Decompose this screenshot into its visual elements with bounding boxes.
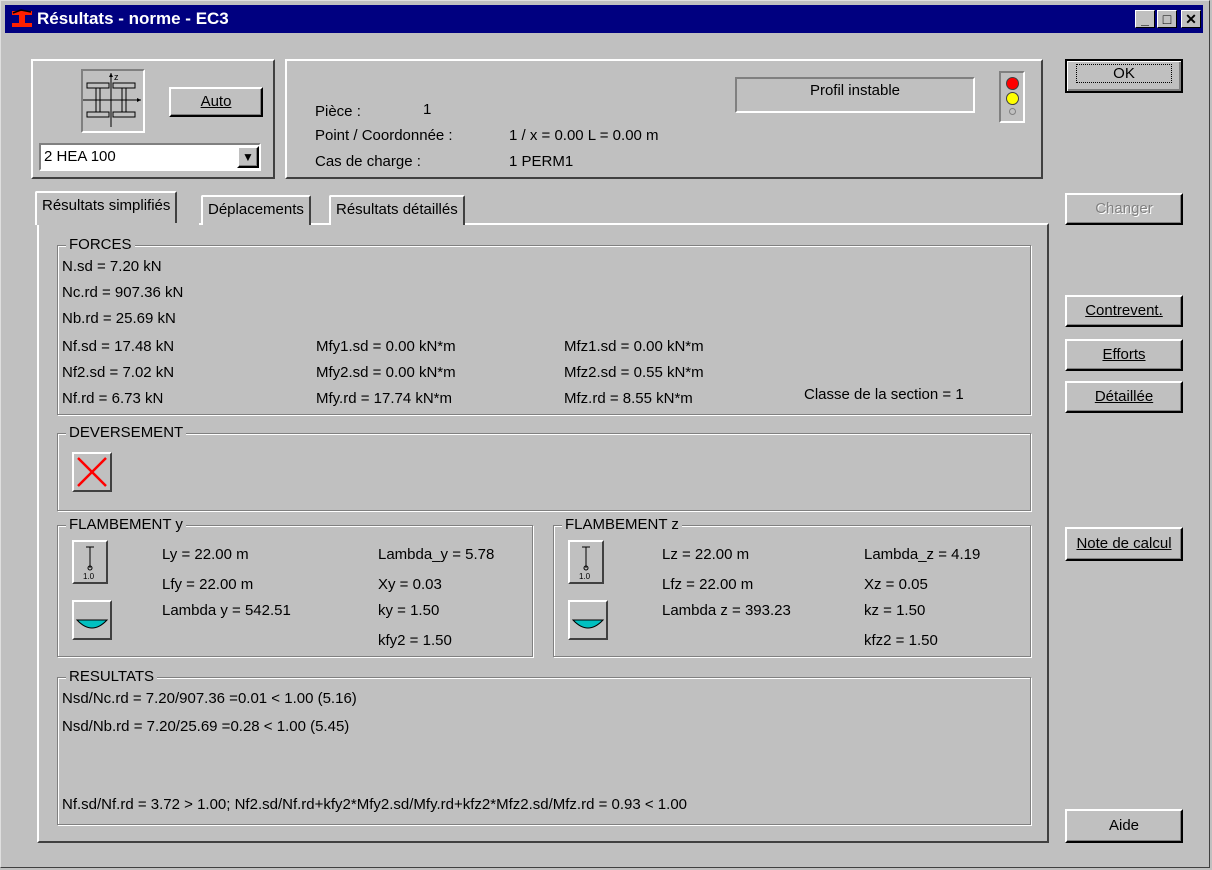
profile-select-value: 2 HEA 100	[44, 148, 116, 165]
deversement-group: DEVERSEMENT	[57, 424, 1031, 511]
resultats-title: RESULTATS	[66, 668, 158, 686]
tab-resultats-simplifies[interactable]: Résultats simplifiés	[35, 191, 178, 225]
buckling-length-y-button[interactable]: 1.0	[72, 540, 108, 584]
xy-value: Xy = 0.03	[378, 576, 442, 593]
close-button[interactable]: ✕	[1181, 10, 1201, 28]
yellow-light-icon	[1006, 92, 1019, 105]
flambement-z-group: FLAMBEMENT z 1.0 Lz = 22.00 m Lfz = 22.0…	[553, 516, 1031, 657]
classe-value: Classe de la section = 1	[804, 386, 964, 403]
deversement-toggle[interactable]	[72, 452, 112, 492]
note-de-calcul-button[interactable]: Note de calcul	[1065, 527, 1183, 561]
case-value: 1 PERM1	[509, 153, 574, 170]
auto-button-label: Auto	[200, 93, 232, 110]
detaillee-button-label: Détaillée	[1094, 388, 1154, 405]
tab-join	[39, 223, 199, 226]
mfzrd-value: Mfz.rd = 8.55 kN*m	[564, 390, 693, 407]
point-label: Point / Coordonnée :	[315, 127, 453, 144]
forces-title: FORCES	[66, 236, 135, 254]
nfsd-value: Nf.sd = 17.48 kN	[62, 338, 175, 355]
detaillee-button[interactable]: Détaillée	[1065, 381, 1183, 413]
ly-value: Ly = 22.00 m	[162, 546, 249, 563]
ok-button[interactable]: OK	[1065, 59, 1183, 93]
curve-icon	[571, 619, 605, 629]
efforts-button[interactable]: Efforts	[1065, 339, 1183, 371]
flambement-y-title: FLAMBEMENT y	[66, 516, 186, 534]
mfy1sd-value: Mfy1.sd = 0.00 kN*m	[316, 338, 456, 355]
tab-deplacements[interactable]: Déplacements	[201, 195, 311, 225]
result-line-1: Nsd/Nc.rd = 7.20/907.36 =0.01 < 1.00 (5.…	[62, 690, 357, 707]
buckling-y-coefficient: 1.0	[83, 572, 95, 581]
lambda-bar-z-value: Lambda_z = 4.19	[864, 546, 981, 563]
result-line-3: Nf.sd/Nf.rd = 3.72 > 1.00; Nf2.sd/Nf.rd+…	[62, 796, 687, 813]
note-de-calcul-button-label: Note de calcul	[1076, 535, 1172, 552]
column-icon: 1.0	[579, 546, 591, 581]
status-field: Profil instable	[735, 77, 975, 113]
curve-icon	[75, 619, 109, 629]
buckling-z-coefficient: 1.0	[579, 572, 591, 581]
kz-value: kz = 1.50	[864, 602, 926, 619]
mfz2sd-value: Mfz2.sd = 0.55 kN*m	[564, 364, 704, 381]
chevron-down-icon[interactable]: ▼	[237, 146, 259, 168]
buckling-length-z-button[interactable]: 1.0	[568, 540, 604, 584]
contrevent-button-label: Contrevent.	[1085, 302, 1163, 319]
resultats-group: RESULTATS Nsd/Nc.rd = 7.20/907.36 =0.01 …	[57, 668, 1031, 825]
profile-select[interactable]: 2 HEA 100 ▼	[39, 143, 261, 171]
cross-icon	[77, 457, 107, 487]
changer-button[interactable]: Changer	[1065, 193, 1183, 225]
aide-button[interactable]: Aide	[1065, 809, 1183, 843]
lz-value: Lz = 22.00 m	[662, 546, 750, 563]
result-line-2: Nsd/Nb.rd = 7.20/25.69 =0.28 < 1.00 (5.4…	[62, 718, 350, 735]
lambda-y-value: Lambda y = 542.51	[162, 602, 291, 619]
svg-text:z: z	[114, 72, 119, 82]
piece-value: 1	[423, 101, 432, 118]
double-i-beam-icon: z	[83, 72, 141, 127]
section-panel: z Auto 2 HEA 100 ▼	[31, 59, 275, 179]
minimize-button[interactable]: _	[1135, 10, 1155, 28]
case-label: Cas de charge :	[315, 153, 421, 170]
green-light-off-icon	[1009, 108, 1016, 115]
traffic-light	[999, 71, 1025, 123]
point-value: 1 / x = 0.00 L = 0.00 m	[509, 127, 659, 144]
status-text: Profil instable	[809, 82, 901, 99]
nsd-value: N.sd = 7.20 kN	[62, 258, 162, 275]
title-bar[interactable]: Résultats - norme - EC3 _ □ ✕	[5, 5, 1203, 33]
tab-resultats-detailles[interactable]: Résultats détaillés	[329, 195, 465, 225]
maximize-button[interactable]: □	[1157, 10, 1177, 28]
mfy2sd-value: Mfy2.sd = 0.00 kN*m	[316, 364, 456, 381]
deversement-title: DEVERSEMENT	[66, 424, 187, 442]
nfrd-value: Nf.rd = 6.73 kN	[62, 390, 164, 407]
nbrd-value: Nb.rd = 25.69 kN	[62, 310, 176, 327]
column-icon: 1.0	[83, 546, 95, 581]
buckling-curve-y-button[interactable]	[72, 600, 112, 640]
main-window: Résultats - norme - EC3 _ □ ✕ z Auto 2 H…	[0, 0, 1210, 868]
kfy2-value: kfy2 = 1.50	[378, 632, 452, 649]
buckling-curve-z-button[interactable]	[568, 600, 608, 640]
app-logo-icon	[12, 9, 32, 27]
piece-label: Pièce :	[315, 103, 361, 120]
flambement-z-title: FLAMBEMENT z	[562, 516, 682, 534]
lfz-value: Lfz = 22.00 m	[662, 576, 754, 593]
profile-view: z	[81, 69, 145, 133]
kfz2-value: kfz2 = 1.50	[864, 632, 938, 649]
lfy-value: Lfy = 22.00 m	[162, 576, 254, 593]
ncrd-value: Nc.rd = 907.36 kN	[62, 284, 184, 301]
auto-button[interactable]: Auto	[169, 87, 263, 117]
efforts-button-label: Efforts	[1102, 346, 1146, 363]
flambement-y-group: FLAMBEMENT y 1.0 Ly = 22.00 m Lfy = 22.0…	[57, 516, 533, 657]
mfyrd-value: Mfy.rd = 17.74 kN*m	[316, 390, 453, 407]
window-title: Résultats - norme - EC3	[37, 9, 229, 28]
lambda-z-value: Lambda z = 393.23	[662, 602, 791, 619]
ky-value: ky = 1.50	[378, 602, 440, 619]
info-panel: Pièce : 1 Point / Coordonnée : 1 / x = 0…	[285, 59, 1043, 179]
mfz1sd-value: Mfz1.sd = 0.00 kN*m	[564, 338, 704, 355]
lambda-bar-y-value: Lambda_y = 5.78	[378, 546, 495, 563]
forces-group: FORCES N.sd = 7.20 kN Nc.rd = 907.36 kN …	[57, 236, 1031, 415]
nf2sd-value: Nf2.sd = 7.02 kN	[62, 364, 175, 381]
xz-value: Xz = 0.05	[864, 576, 928, 593]
contrevent-button[interactable]: Contrevent.	[1065, 295, 1183, 327]
ok-button-label: OK	[1076, 64, 1172, 83]
red-light-icon	[1006, 77, 1019, 90]
